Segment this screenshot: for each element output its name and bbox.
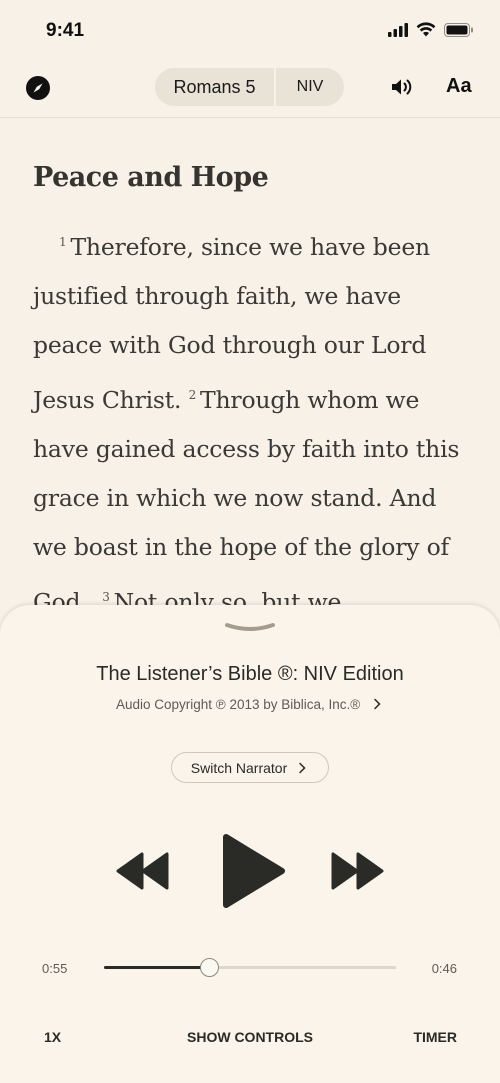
audio-copyright-link[interactable]: Audio Copyright ℗ 2013 by Biblica, Inc.® bbox=[0, 697, 500, 712]
verse-number: 1 bbox=[59, 235, 67, 249]
time-elapsed: 0:55 bbox=[42, 961, 68, 976]
playback-controls bbox=[0, 830, 500, 910]
audio-title: The Listener’s Bible ®: NIV Edition bbox=[96, 663, 404, 685]
chevron-right-icon bbox=[374, 698, 381, 710]
version-button[interactable]: NIV bbox=[276, 68, 344, 106]
sleep-timer-button[interactable]: TIMER bbox=[413, 1029, 457, 1045]
rewind-icon[interactable] bbox=[116, 852, 170, 890]
chapter-text: 1 Therefore, since we have been justified… bbox=[33, 218, 473, 618]
section-title: Peace and Hope bbox=[33, 162, 269, 193]
book-chapter-button[interactable]: Romans 5 bbox=[155, 68, 276, 106]
cellular-signal-icon bbox=[388, 22, 408, 37]
status-bar: 9:41 bbox=[0, 0, 500, 56]
time-remaining: 0:46 bbox=[431, 961, 457, 976]
progress-thumb[interactable] bbox=[200, 958, 220, 977]
reader-toolbar: Romans 5 NIV Aa bbox=[0, 56, 500, 118]
reference-selector: Romans 5 NIV bbox=[155, 68, 344, 106]
fast-forward-icon[interactable] bbox=[330, 852, 386, 890]
wifi-icon bbox=[416, 22, 436, 37]
copyright-text: Audio Copyright ℗ 2013 by Biblica, Inc.® bbox=[115, 697, 361, 712]
status-icons bbox=[388, 22, 474, 37]
grabber-icon[interactable] bbox=[225, 621, 275, 633]
battery-icon bbox=[444, 22, 473, 37]
play-icon[interactable] bbox=[222, 833, 286, 909]
verse-number: 2 bbox=[188, 387, 197, 402]
bible-reader: Peace and Hope 1 Therefore, since we have… bbox=[0, 118, 500, 618]
speaker-icon[interactable] bbox=[391, 78, 413, 96]
verse-number: 3 bbox=[102, 589, 110, 604]
progress-slider[interactable] bbox=[104, 958, 396, 977]
switch-narrator-label: Switch Narrator bbox=[190, 759, 288, 776]
font-settings-button[interactable]: Aa bbox=[446, 75, 472, 98]
status-time: 9:41 bbox=[46, 20, 85, 41]
progress-fill bbox=[104, 966, 210, 969]
audio-player-sheet: The Listener’s Bible ®: NIV Edition Audi… bbox=[0, 605, 500, 1083]
player-bottom-bar: 1X SHOW CONTROLS TIMER bbox=[0, 1025, 500, 1055]
compass-icon[interactable] bbox=[26, 76, 50, 100]
switch-narrator-button[interactable]: Switch Narrator bbox=[171, 752, 329, 783]
chevron-right-icon bbox=[299, 762, 306, 773]
verse-text[interactable]: Through whom we have gained access by fa… bbox=[33, 386, 459, 616]
